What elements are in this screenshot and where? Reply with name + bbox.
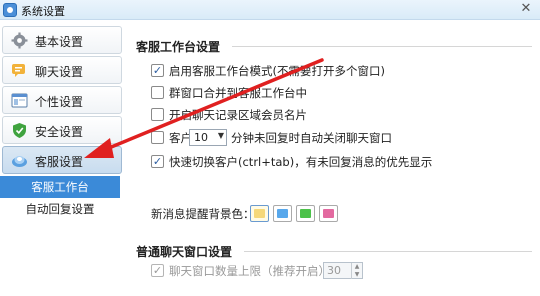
option-label: 聊天窗口数量上限（推荐开启）: [169, 264, 330, 278]
app-icon: [3, 3, 17, 17]
service-icon: [11, 152, 28, 169]
color-swatch-blue[interactable]: [273, 205, 292, 222]
sidebar-item-label: 安全设置: [35, 125, 84, 139]
minutes-value: 10: [194, 131, 208, 144]
checkbox[interactable]: [151, 155, 164, 168]
checkbox[interactable]: [151, 108, 164, 121]
title-bar: 系统设置 ✕: [0, 0, 540, 20]
chevron-up-icon[interactable]: ▲: [351, 263, 362, 271]
sidebar: 基本设置 聊天设置 个性设置 安全设置 客服设置 客服工作台 自动回复设置: [0, 20, 126, 296]
chat-limit-stepper[interactable]: 30 ▲ ▼: [323, 262, 363, 279]
sidebar-subitem-workbench[interactable]: 客服工作台: [0, 176, 120, 198]
section-divider: [244, 251, 532, 252]
sidebar-item-service[interactable]: 客服设置: [2, 146, 122, 174]
minutes-select[interactable]: 10 ▼: [189, 129, 227, 146]
close-button[interactable]: ✕: [518, 1, 534, 17]
checkbox[interactable]: [151, 264, 164, 277]
checkbox[interactable]: [151, 64, 164, 77]
color-swatch-yellow[interactable]: [250, 205, 269, 222]
option-label: 开启聊天记录区域会员名片: [169, 108, 307, 122]
color-swatch-green[interactable]: [296, 205, 315, 222]
option-label: 快速切换客户(ctrl+tab)，有未回复消息的优先显示: [169, 155, 433, 169]
gear-icon: [11, 32, 28, 49]
sidebar-item-chat[interactable]: 聊天设置: [2, 56, 122, 84]
sidebar-item-label: 个性设置: [35, 95, 84, 109]
sidebar-item-basic[interactable]: 基本设置: [2, 26, 122, 54]
section-title-workbench: 客服工作台设置: [136, 40, 221, 54]
chat-limit-value: 30: [327, 264, 341, 277]
option-label: 群窗口合并到客服工作台中: [169, 86, 307, 100]
color-label: 新消息提醒背景色：: [151, 207, 255, 221]
sidebar-item-label: 客服设置: [35, 155, 84, 169]
section-divider: [232, 46, 532, 47]
sidebar-item-security[interactable]: 安全设置: [2, 116, 122, 144]
checkbox[interactable]: [151, 131, 164, 144]
section-title-normal-chat: 普通聊天窗口设置: [136, 245, 233, 259]
window-icon: [11, 92, 28, 109]
sidebar-item-personal[interactable]: 个性设置: [2, 86, 122, 114]
sidebar-item-label: 基本设置: [35, 35, 84, 49]
sidebar-subitem-auto-reply[interactable]: 自动回复设置: [0, 198, 120, 220]
option-label: 启用客服工作台模式(不需要打开多个窗口): [169, 64, 385, 78]
color-swatch-pink[interactable]: [319, 205, 338, 222]
window-title: 系统设置: [21, 5, 65, 18]
auto-close-suffix: 分钟未回复时自动关闭聊天窗口: [231, 131, 392, 145]
sidebar-item-label: 聊天设置: [35, 65, 84, 79]
checkbox[interactable]: [151, 86, 164, 99]
chevron-down-icon: ▼: [217, 131, 224, 140]
shield-icon: [11, 122, 28, 139]
chevron-down-icon[interactable]: ▼: [351, 271, 362, 279]
chat-icon: [11, 62, 28, 79]
